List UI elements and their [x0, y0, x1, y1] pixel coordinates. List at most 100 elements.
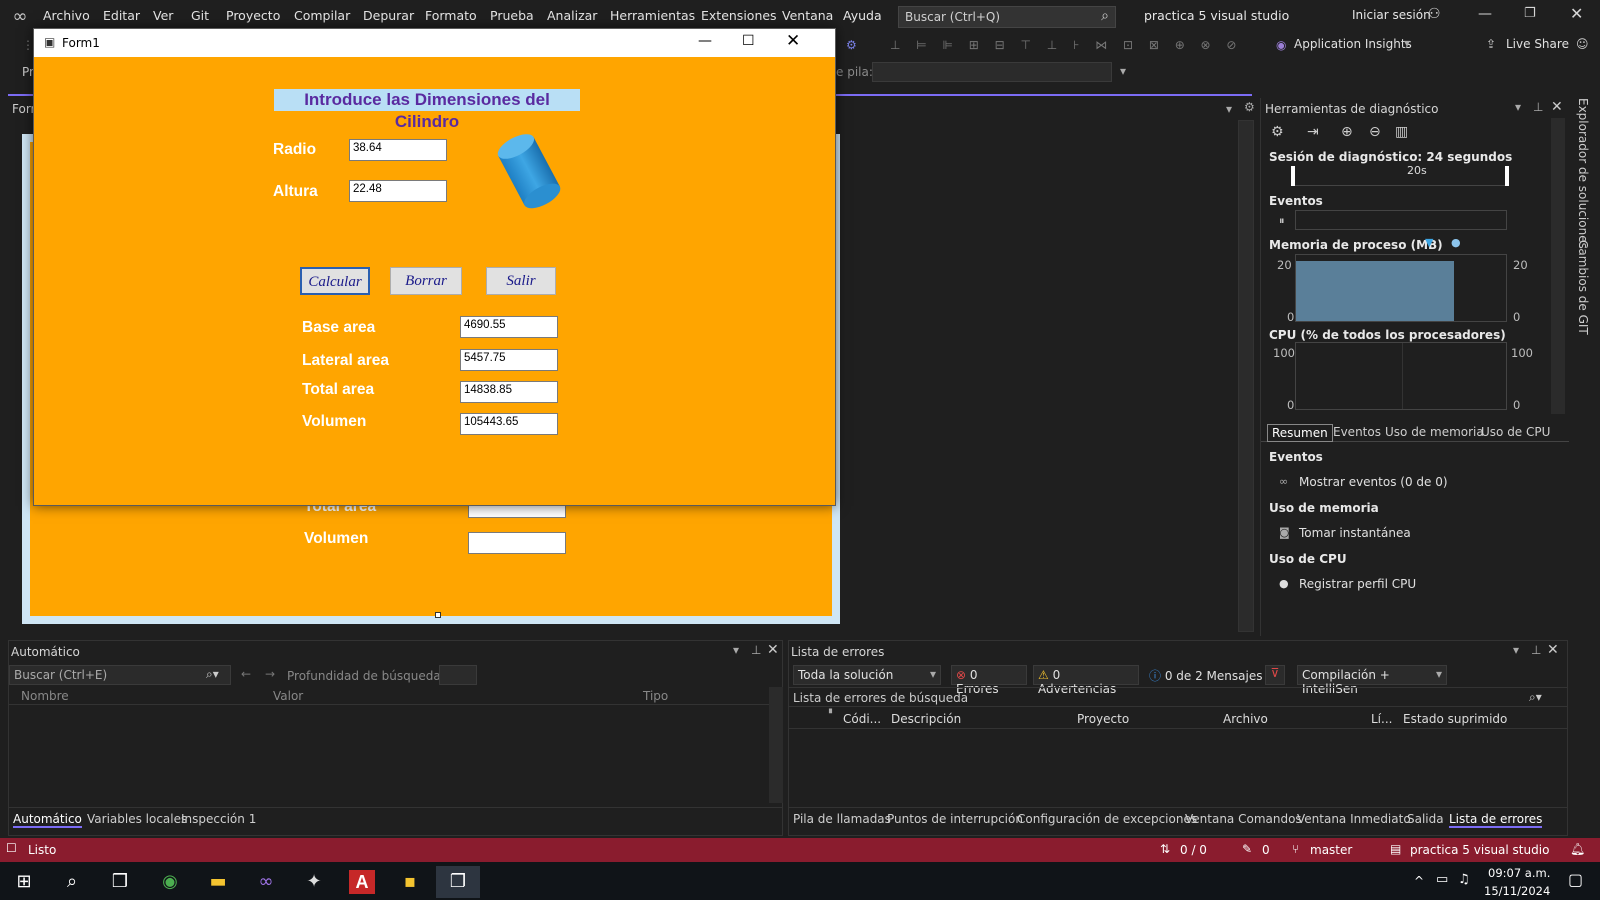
panel-dropdown-icon[interactable]: ▾	[1515, 100, 1521, 114]
status-output-icon[interactable]: ☐	[6, 841, 17, 855]
tab-ventana-inmediato[interactable]: Ventana Inmediato	[1297, 812, 1411, 826]
forward-arrow-icon[interactable]: →	[265, 667, 275, 681]
cpu-graph[interactable]	[1295, 342, 1507, 410]
menu-ayuda[interactable]: Ayuda	[843, 8, 882, 23]
menu-formato[interactable]: Formato	[425, 8, 477, 23]
form1-window[interactable]: ▣ Form1 — ☐ ✕ Introduce las Dimensiones …	[33, 28, 836, 506]
live-share-icon[interactable]: ⇪	[1486, 37, 1496, 51]
taskbar-search-icon[interactable]: ⌕	[50, 866, 94, 898]
error-col-line[interactable]: Lí...	[1371, 712, 1392, 726]
volumen-output[interactable]: 105443.65	[460, 413, 558, 435]
errors-filter-button[interactable]: ⊗ 0 Errores	[951, 665, 1027, 696]
clock-time[interactable]: 09:07 a.m.	[1488, 866, 1550, 880]
salir-button[interactable]: Salir	[486, 267, 556, 295]
menu-git[interactable]: Git	[191, 8, 209, 23]
chrome-icon[interactable]: ◉	[148, 866, 192, 898]
memory-graph[interactable]	[1295, 254, 1507, 322]
designer-volumen-field[interactable]	[468, 532, 566, 554]
tab-dropdown-icon[interactable]: ▾	[1226, 102, 1232, 116]
windows-start-icon[interactable]: ⊞	[2, 866, 46, 898]
tab-eventos[interactable]: Eventos	[1333, 425, 1381, 439]
timeline-start-handle[interactable]	[1291, 166, 1295, 186]
branch-icon[interactable]: ⑂	[1292, 842, 1299, 856]
timeline-end-handle[interactable]	[1505, 166, 1509, 186]
menu-ver[interactable]: Ver	[153, 8, 173, 23]
menu-archivo[interactable]: Archivo	[43, 8, 90, 23]
autos-scrollbar[interactable]	[769, 687, 783, 803]
menu-compilar[interactable]: Compilar	[294, 8, 350, 23]
sync-count[interactable]: 0 / 0	[1180, 843, 1207, 857]
menu-proyecto[interactable]: Proyecto	[226, 8, 280, 23]
layout-toolbar-icons[interactable]: ⊥ ⊨ ⊫ ⊞ ⊟ ⊤ ⊥ ⊦ ⋈ ⊡ ⊠ ⊕ ⊗ ⊘	[890, 38, 1242, 52]
menu-ventana[interactable]: Ventana	[782, 8, 833, 23]
cpu-section-title[interactable]: CPU (% de todos los procesadores)	[1269, 328, 1506, 342]
menu-herramientas[interactable]: Herramientas	[610, 8, 695, 23]
close-icon[interactable]: ✕	[1570, 4, 1583, 23]
take-snapshot-link[interactable]: Tomar instantánea	[1299, 526, 1411, 540]
action-center-icon[interactable]: ▢	[1568, 870, 1583, 889]
tab-variables-locales[interactable]: Variables locales	[87, 812, 187, 826]
error-col-project[interactable]: Proyecto	[1077, 712, 1129, 726]
menu-editar[interactable]: Editar	[103, 8, 140, 23]
build-filter-combo[interactable]: Compilación + IntelliSen ▾	[1297, 665, 1447, 696]
diag-settings-icon[interactable]: ⚙	[1271, 124, 1284, 140]
sync-icon[interactable]: ⇅	[1160, 842, 1170, 856]
volume-icon[interactable]: ♫	[1458, 872, 1470, 887]
tab-puntos-interrupcion[interactable]: Puntos de interrupción	[887, 812, 1023, 826]
pencil-icon[interactable]: ✎	[1242, 842, 1252, 856]
error-col-description[interactable]: Descripción	[891, 712, 961, 726]
menu-analizar[interactable]: Analizar	[547, 8, 597, 23]
total-area-output[interactable]: 14838.85	[460, 381, 558, 403]
app-taskbar-icon[interactable]: ✦	[292, 866, 336, 898]
autos-pin-icon[interactable]: ⊥	[751, 643, 761, 657]
tab-resumen[interactable]: Resumen	[1267, 424, 1333, 442]
search-depth-combo[interactable]	[439, 665, 477, 685]
running-form-taskbar-icon[interactable]: ❐	[436, 866, 480, 898]
tab-ventana-comandos[interactable]: Ventana Comandos	[1185, 812, 1302, 826]
lateral-area-output[interactable]: 5457.75	[460, 349, 558, 371]
debug-icon[interactable]: ⚙	[846, 38, 857, 52]
global-search-input[interactable]: Buscar (Ctrl+Q) ⌕	[898, 6, 1116, 28]
borrar-button[interactable]: Borrar	[390, 267, 462, 295]
clock-date[interactable]: 15/11/2024	[1484, 884, 1550, 898]
visual-studio-logo-icon[interactable]: ∞	[8, 6, 32, 28]
error-col-suppressed[interactable]: Estado suprimido	[1403, 712, 1507, 726]
stack-frame-combo[interactable]	[872, 62, 1112, 82]
show-events-link[interactable]: Mostrar eventos (0 de 0)	[1299, 475, 1448, 489]
zoom-in-icon[interactable]: ⊕	[1341, 124, 1353, 140]
warnings-filter-button[interactable]: ⚠ 0 Advertencias	[1033, 665, 1139, 696]
tab-inspeccion-1[interactable]: Inspección 1	[181, 812, 256, 826]
settings-gear-icon[interactable]: ⚙	[1244, 100, 1255, 114]
export-icon[interactable]: ⇥	[1307, 124, 1319, 140]
error-col-file[interactable]: Archivo	[1223, 712, 1268, 726]
form-close-icon[interactable]: ✕	[786, 31, 800, 51]
tab-automatico[interactable]: Automático	[13, 812, 82, 828]
memory-section-title[interactable]: Memoria de proceso (MB)	[1269, 238, 1443, 252]
acrobat-icon[interactable]: A	[349, 870, 375, 894]
zoom-out-icon[interactable]: ⊖	[1369, 124, 1381, 140]
designer-vertical-scrollbar[interactable]	[1238, 120, 1254, 632]
pin-icon[interactable]: ⊥	[1533, 100, 1543, 114]
diagnostic-scrollbar[interactable]	[1551, 118, 1565, 414]
panel-close-icon[interactable]: ✕	[1551, 99, 1563, 115]
menu-depurar[interactable]: Depurar	[363, 8, 414, 23]
autos-col-value[interactable]: Valor	[273, 689, 303, 703]
tab-config-excepciones[interactable]: Configuración de excepciones	[1017, 812, 1197, 826]
form-maximize-icon[interactable]: ☐	[742, 33, 755, 49]
error-search-bar[interactable]: Lista de errores de búsqueda ⌕▾	[789, 687, 1567, 707]
timeline-ruler[interactable]	[1291, 166, 1509, 186]
resize-handle[interactable]	[435, 612, 441, 618]
form-minimize-icon[interactable]: —	[698, 33, 712, 49]
network-icon[interactable]: ▭	[1436, 872, 1448, 887]
errors-pin-icon[interactable]: ⊥	[1531, 643, 1541, 657]
live-share-button[interactable]: Live Share	[1506, 37, 1569, 51]
git-changes-tab[interactable]: Cambios de GIT	[1576, 240, 1590, 335]
minimize-icon[interactable]: —	[1478, 6, 1492, 22]
tab-uso-cpu[interactable]: Uso de CPU	[1481, 425, 1550, 439]
clear-filter-icon[interactable]: ⊽	[1265, 665, 1285, 685]
errors-dropdown-icon[interactable]: ▾	[1513, 643, 1519, 657]
scope-combo[interactable]: Toda la solución ▾	[793, 665, 941, 685]
pending-changes-count[interactable]: 0	[1262, 843, 1270, 857]
base-area-output[interactable]: 4690.55	[460, 316, 558, 338]
radio-input[interactable]: 38.64	[349, 139, 447, 161]
